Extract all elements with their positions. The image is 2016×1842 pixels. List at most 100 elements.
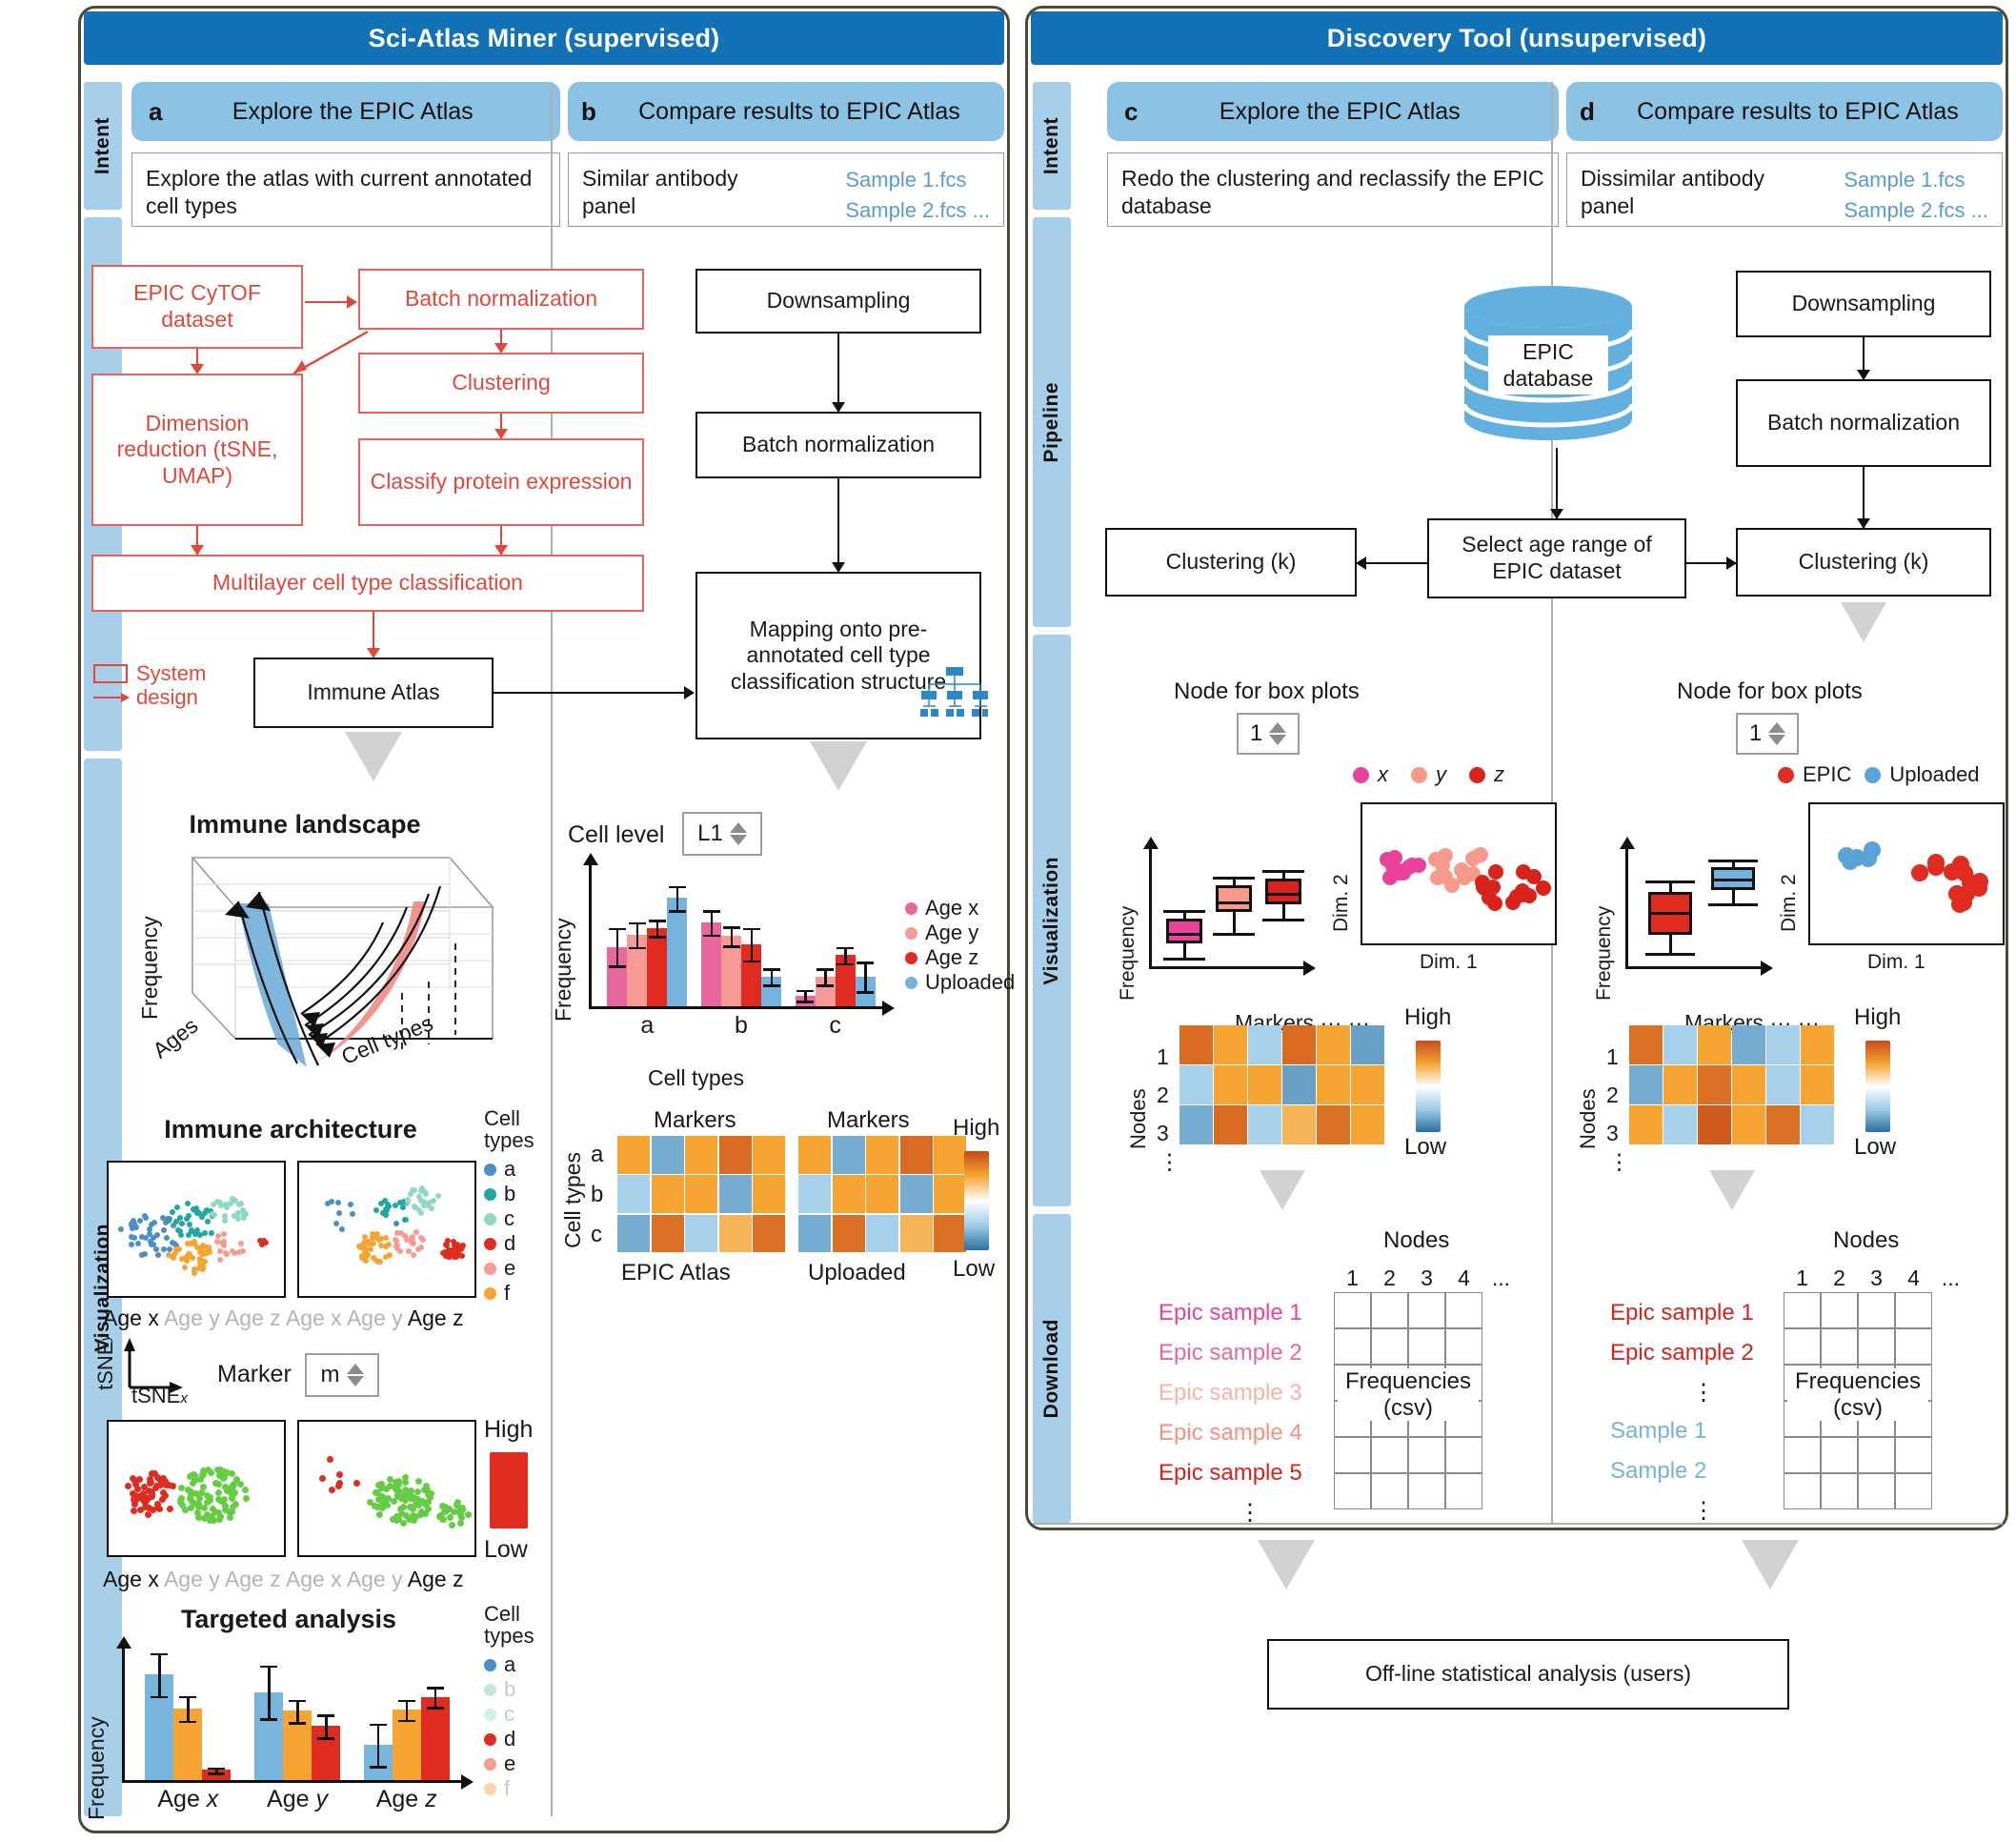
table-cell[interactable] <box>1895 1437 1932 1473</box>
table-cell[interactable] <box>1408 1437 1445 1473</box>
table-cell[interactable] <box>1408 1328 1445 1365</box>
table-cell[interactable] <box>1895 1328 1932 1365</box>
table-cell[interactable] <box>1895 1292 1932 1328</box>
table-cell[interactable] <box>1784 1473 1821 1509</box>
table-cell[interactable] <box>1821 1328 1858 1365</box>
table-cell[interactable] <box>1371 1292 1408 1328</box>
node-spinner-c[interactable]: 1 <box>1237 713 1300 755</box>
spinner-arrows-icon-2[interactable] <box>729 822 747 845</box>
architecture-scatter-right[interactable] <box>297 1161 476 1298</box>
legend-dot-c-2 <box>484 1708 496 1721</box>
spinner-arrows-icon[interactable] <box>346 1364 364 1387</box>
file-item[interactable]: Sample 2.fcs ... <box>845 195 990 226</box>
cell-level-spinner[interactable]: L1 <box>682 812 762 856</box>
spinner-arrows-icon-c[interactable] <box>1269 722 1287 745</box>
intent-tab-d[interactable]: d Compare results to EPIC Atlas <box>1566 82 2003 141</box>
marker-spinner[interactable]: m <box>305 1353 379 1397</box>
sample-label[interactable]: Sample 2 <box>1610 1458 1706 1484</box>
node-spinner-d[interactable]: 1 <box>1736 713 1799 755</box>
sample-label[interactable]: Epic sample 1 <box>1159 1300 1302 1326</box>
age-strip-marker[interactable]: Age x Age y Age z Age x Age y Age z <box>103 1567 464 1592</box>
file-item[interactable]: Sample 2.fcs ... <box>1844 195 1988 226</box>
legend-dot-y <box>1411 766 1427 783</box>
age-y-inactive[interactable]: Age y <box>164 1306 220 1330</box>
sample-label[interactable]: Epic sample 2 <box>1610 1340 1754 1366</box>
table-cell[interactable] <box>1334 1292 1371 1328</box>
age-x-active[interactable]: Age x <box>103 1306 159 1330</box>
table-cell[interactable] <box>1371 1437 1408 1473</box>
table-cell[interactable] <box>1334 1328 1371 1365</box>
table-cell[interactable] <box>1371 1473 1408 1509</box>
intent-desc-d: Dissimilar antibody panel Sample 1.fcs S… <box>1566 152 2003 227</box>
table-cell[interactable] <box>1408 1292 1445 1328</box>
sample-label[interactable]: Epic sample 4 <box>1159 1420 1302 1446</box>
age-z2-active-2[interactable]: Age z <box>408 1567 464 1591</box>
spinner-arrows-icon-d[interactable] <box>1768 722 1786 745</box>
error-bar <box>158 1652 161 1696</box>
age-z2-active[interactable]: Age z <box>408 1306 464 1330</box>
scatter-point <box>221 1212 228 1219</box>
age-x2-inactive-2[interactable]: Age x <box>286 1567 342 1591</box>
table-cell[interactable] <box>1445 1473 1482 1509</box>
file-item[interactable]: Sample 1.fcs <box>845 165 990 195</box>
panelc-scatter-legend: x y z <box>1353 762 1504 787</box>
table-cell[interactable] <box>1445 1292 1482 1328</box>
scatter-point <box>401 1216 408 1223</box>
scatter-point <box>166 1506 173 1513</box>
table-cell[interactable] <box>1371 1328 1408 1365</box>
panelb-heatmap-epic <box>617 1136 787 1254</box>
age-z-inactive-2[interactable]: Age z <box>225 1567 281 1591</box>
marker-scatter-left[interactable] <box>107 1420 286 1557</box>
scatter-point <box>216 1256 223 1263</box>
table-cell[interactable] <box>1784 1328 1821 1365</box>
boxplot-cap <box>1163 910 1205 913</box>
table-cell[interactable] <box>1445 1328 1482 1365</box>
table-cell[interactable] <box>1784 1437 1821 1473</box>
sample-label[interactable]: Sample 1 <box>1610 1418 1706 1444</box>
error-cap <box>260 1665 277 1669</box>
panelb-scale-low: Low <box>953 1256 996 1282</box>
intent-tab-b[interactable]: b Compare results to EPIC Atlas <box>568 82 1004 141</box>
epic-database-label: EPIC database <box>1488 339 1608 392</box>
table-cell[interactable] <box>1858 1473 1895 1509</box>
table-cell[interactable] <box>1821 1437 1858 1473</box>
table-cell[interactable] <box>1408 1473 1445 1509</box>
age-strip-architecture[interactable]: Age x Age y Age z Age x Age y Age z <box>103 1306 464 1331</box>
table-cell[interactable] <box>1821 1473 1858 1509</box>
panelc-scatter-frame[interactable] <box>1361 802 1557 945</box>
table-cell[interactable] <box>1334 1473 1371 1509</box>
age-y-inactive-2[interactable]: Age y <box>164 1567 220 1591</box>
file-item[interactable]: Sample 1.fcs <box>1844 165 1988 195</box>
table-cell[interactable] <box>1334 1437 1371 1473</box>
tsne-y-sub: y <box>97 1334 113 1342</box>
table-cell[interactable] <box>1784 1292 1821 1328</box>
age-y2-inactive[interactable]: Age y <box>347 1306 403 1330</box>
intent-tab-c[interactable]: c Explore the EPIC Atlas <box>1107 82 1559 141</box>
sample-label[interactable]: Epic sample 1 <box>1610 1300 1754 1326</box>
table-cell[interactable] <box>1445 1437 1482 1473</box>
table-cell[interactable] <box>1895 1473 1932 1509</box>
scatter-point <box>229 1508 236 1515</box>
paneld-scatter-frame[interactable] <box>1808 802 2005 945</box>
age-z-inactive[interactable]: Age z <box>225 1306 281 1330</box>
table-cell[interactable] <box>1858 1292 1895 1328</box>
boxplot-box <box>1216 885 1252 913</box>
marker-scatter-right[interactable] <box>297 1420 476 1557</box>
error-bar <box>405 1699 409 1720</box>
sample-label[interactable]: Epic sample 2 <box>1159 1340 1302 1366</box>
error-cap <box>796 1001 815 1003</box>
table-cell[interactable] <box>1858 1437 1895 1473</box>
sample-label[interactable]: Epic sample 3 <box>1159 1380 1302 1406</box>
intent-tab-a[interactable]: a Explore the EPIC Atlas <box>131 82 560 141</box>
age-x-active-2[interactable]: Age x <box>103 1567 159 1591</box>
architecture-scatter-left[interactable] <box>107 1161 286 1298</box>
sample-label[interactable]: Epic sample 5 <box>1159 1460 1302 1486</box>
marker-scale-high: High <box>484 1416 534 1443</box>
age-x2-inactive[interactable]: Age x <box>286 1306 342 1330</box>
scatter-point <box>179 1221 186 1227</box>
age-y2-inactive-2[interactable]: Age y <box>347 1567 403 1591</box>
table-cell[interactable] <box>1821 1292 1858 1328</box>
table-cell[interactable] <box>1858 1328 1895 1365</box>
boxplot-cap <box>1262 869 1304 873</box>
intent-desc-d-text: Dissimilar antibody panel <box>1581 166 1765 218</box>
